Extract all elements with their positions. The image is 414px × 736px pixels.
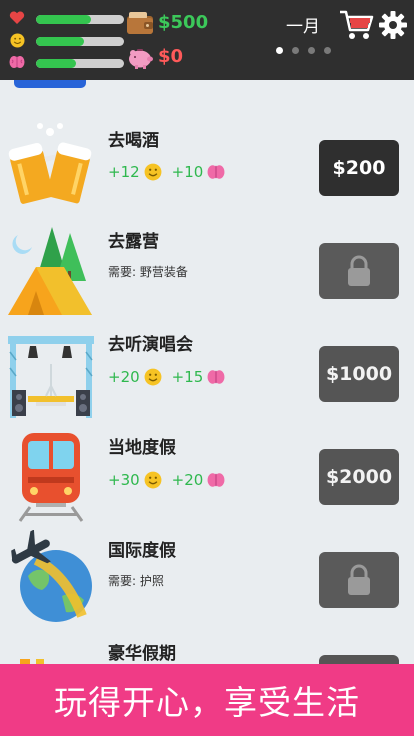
item-rewards: +30 +20 [108, 470, 229, 490]
brain-icon [207, 165, 225, 179]
lock-icon [348, 255, 370, 286]
cash-amount: $500 [158, 12, 209, 33]
smarts-bar-fill [36, 59, 76, 68]
piggy-bank-icon [126, 44, 154, 70]
shopping-cart-icon[interactable] [338, 8, 374, 42]
luxury-vacation-icon [6, 633, 96, 664]
buy-button[interactable]: $1000 [319, 346, 399, 402]
health-bar-fill [36, 15, 91, 24]
wallet-icon [126, 10, 154, 36]
happiness-bar-fill [36, 37, 85, 46]
stage-icon [6, 324, 96, 420]
beer-mugs-icon [6, 118, 96, 214]
item-title: 去露营 [108, 232, 159, 252]
list-item-international-vacation: 国际度假 需要: 护照 [0, 529, 414, 633]
page-dot-3[interactable] [308, 47, 315, 54]
locked-button[interactable] [319, 552, 399, 608]
buy-button[interactable] [319, 655, 399, 664]
list-item-camping: 去露营 需要: 野营装备 [0, 221, 414, 324]
list-item-partial [0, 80, 414, 90]
locked-button[interactable] [319, 243, 399, 299]
smiley-icon [144, 471, 162, 489]
tent-icon [6, 221, 96, 317]
globe-airplane-icon [6, 529, 96, 626]
buy-button[interactable]: $2000 [319, 449, 399, 505]
brain-icon [8, 55, 26, 71]
promo-banner: 玩得开心，享受生活 [0, 664, 414, 736]
lock-icon [348, 564, 370, 595]
brain-icon [207, 473, 225, 487]
list-item-concert: 去听演唱会 +20 +15 $1000 [0, 324, 414, 427]
smarts-reward: +15 [171, 368, 204, 386]
smiley-icon [144, 163, 162, 181]
list-item-drinking: 去喝酒 +12 +10 $200 [0, 118, 414, 221]
item-requirement: 需要: 野营装备 [108, 265, 188, 279]
item-requirement: 需要: 护照 [108, 574, 164, 588]
heart-icon [8, 11, 26, 27]
smarts-bar [36, 59, 124, 68]
page-dot-4[interactable] [324, 47, 331, 54]
buy-button[interactable]: $200 [319, 140, 399, 196]
smiley-icon [8, 33, 26, 49]
page-dot-2[interactable] [292, 47, 299, 54]
page-indicator [276, 47, 336, 57]
router-icon [6, 80, 96, 90]
savings-amount: $0 [158, 46, 184, 67]
list-item-local-vacation: 当地度假 +30 +20 $2000 [0, 427, 414, 530]
smarts-stat [8, 55, 124, 71]
item-rewards: +20 +15 [108, 367, 229, 387]
list-item-luxury-vacation: 豪华假期 [0, 633, 414, 664]
happiness-reward: +12 [108, 163, 140, 181]
happiness-reward: +30 [108, 471, 140, 489]
item-title: 国际度假 [108, 541, 176, 561]
current-month: 一月 [286, 17, 320, 37]
activity-list[interactable]: 去喝酒 +12 +10 $200 去露营 需要: 野营装备 去听演唱会 +20 … [0, 80, 414, 664]
item-title: 豪华假期 [108, 644, 176, 664]
health-stat [8, 11, 124, 27]
health-bar [36, 15, 124, 24]
happiness-bar [36, 37, 124, 46]
smarts-reward: +10 [171, 163, 204, 181]
train-icon [6, 427, 96, 523]
happiness-reward: +20 [108, 368, 140, 386]
page-dot-1[interactable] [276, 47, 283, 54]
happiness-stat [8, 33, 124, 49]
item-title: 当地度假 [108, 438, 176, 458]
item-title: 去听演唱会 [108, 335, 193, 355]
item-title: 去喝酒 [108, 131, 159, 151]
top-status-bar: $500 $0 一月 [0, 0, 414, 80]
item-rewards: +12 +10 [108, 162, 229, 182]
gear-icon[interactable] [378, 10, 408, 40]
smarts-reward: +20 [171, 471, 204, 489]
smiley-icon [144, 368, 162, 386]
brain-icon [207, 370, 225, 384]
banner-text: 玩得开心，享受生活 [54, 683, 360, 722]
